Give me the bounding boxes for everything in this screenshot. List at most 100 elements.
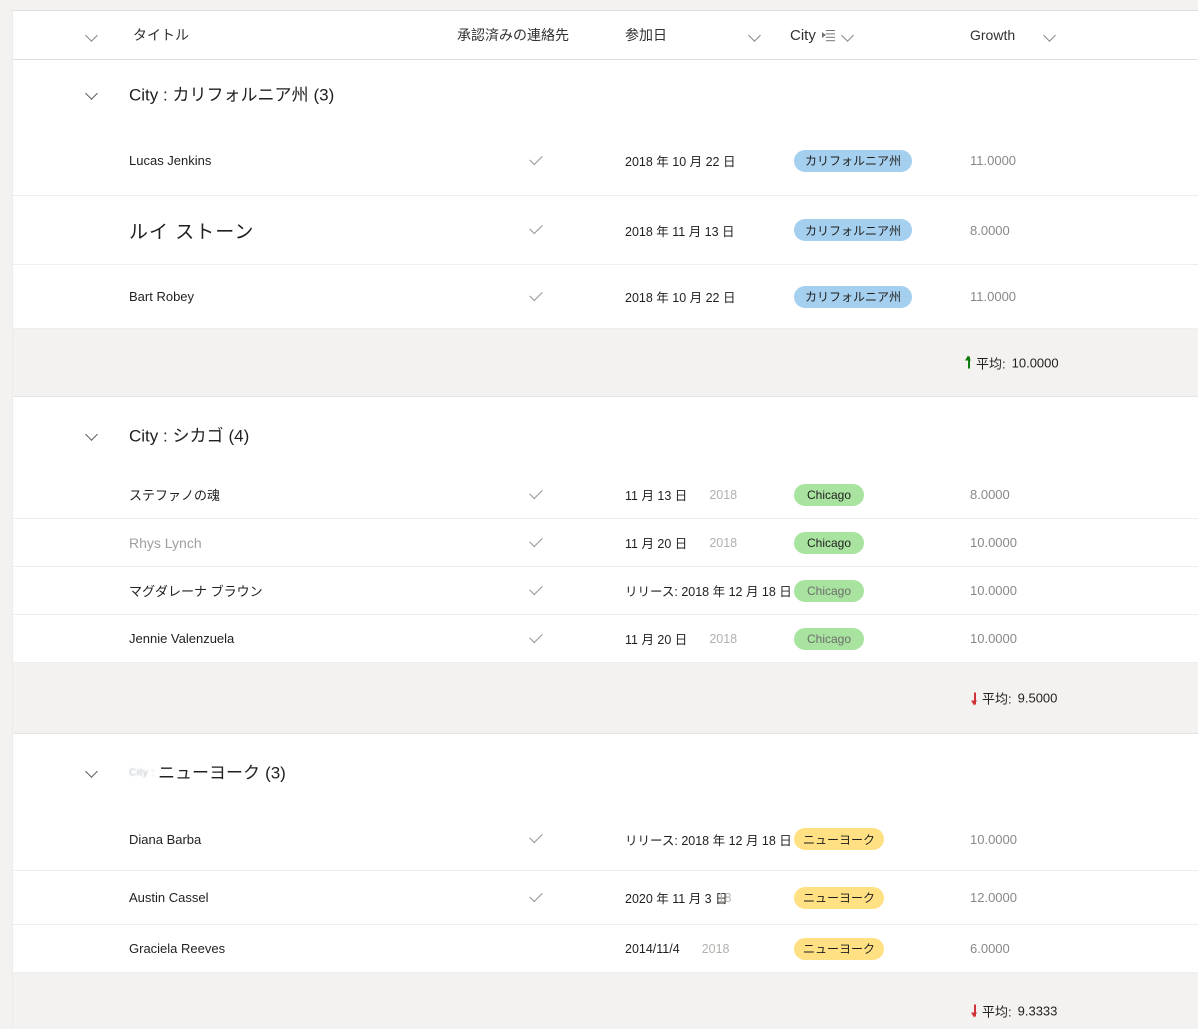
cell-city: カリフォルニア州 <box>794 196 913 264</box>
column-header-title[interactable]: タイトル <box>85 11 189 59</box>
cell-growth: 10.0000 <box>970 631 1017 646</box>
city-pill: ニューヨーク <box>794 937 885 960</box>
cell-joined-date: 11 月 20 日 2018 <box>625 519 737 566</box>
city-pill: ニューヨーク <box>794 828 885 850</box>
city-pill: Chicago <box>794 531 864 554</box>
table-row[interactable]: Lucas Jenkins 2018 年 10 月 22 日 カリフォルニア州 … <box>13 126 1198 196</box>
cell-approved-contact <box>518 196 554 264</box>
city-pill: カリフォルニア州 <box>794 285 913 308</box>
column-header-contact[interactable]: 承認済みの連絡先 <box>457 11 569 59</box>
grid-header-row: タイトル 承認済みの連絡先 参加日 City Growth <box>13 11 1198 60</box>
group-header-prefix: City : <box>129 767 159 779</box>
table-row[interactable]: Austin Cassel 2020 年 11 月 3 日 18 ニューヨーク 1… <box>13 871 1198 925</box>
chevron-down-icon[interactable] <box>85 764 99 778</box>
check-icon <box>528 631 544 647</box>
table-row[interactable]: Bart Robey 2018 年 10 月 22 日 カリフォルニア州 11.… <box>13 265 1198 329</box>
group-header-label: City : ニューヨーク (3) <box>129 759 286 784</box>
cell-joined-date-main: 2020 年 11 月 3 日 <box>625 892 728 906</box>
arrow-down-icon <box>970 1003 980 1019</box>
table-row[interactable]: ステファノの魂 11 月 13 日 2018 Chicago 8.0000 <box>13 471 1198 519</box>
table-row[interactable]: Jennie Valenzuela 11 月 20 日 2018 Chicago … <box>13 615 1198 663</box>
cell-growth: 10.0000 <box>970 583 1017 598</box>
cell-title: Jennie Valenzuela <box>129 631 235 646</box>
city-pill: Chicago <box>794 627 864 650</box>
group-aggregate: 平均: 9.5000 <box>970 689 1057 708</box>
group-header-count: (3) <box>313 85 335 105</box>
group-header-label: City : カリフォルニア州 (3) <box>129 81 334 106</box>
column-header-joined-label: 参加日 <box>625 27 667 43</box>
cell-joined-date: 2018 年 10 月 22 日 <box>625 291 736 305</box>
city-pill: ニューヨーク <box>794 886 885 909</box>
check-icon <box>528 535 544 551</box>
group-header[interactable]: City : シカゴ (4) <box>13 397 1198 471</box>
app-root: タイトル 承認済みの連絡先 参加日 City Growth City: カリフ… <box>0 0 1198 1029</box>
arrow-down-icon <box>970 690 980 706</box>
group-aggregate-row: 平均: 9.5000 <box>13 663 1198 734</box>
chevron-down-icon[interactable] <box>1043 28 1057 42</box>
chevron-down-icon[interactable] <box>85 86 99 100</box>
city-pill: カリフォルニア州 <box>794 149 913 172</box>
cell-joined-date-year: 2018 <box>709 535 738 550</box>
group-header-prefix: City : <box>129 426 173 446</box>
city-pill: Chicago <box>794 579 864 602</box>
chevron-down-icon[interactable] <box>85 28 99 42</box>
group-header[interactable]: City : カリフォルニア州 (3) <box>13 60 1198 126</box>
chevron-down-icon[interactable] <box>841 28 855 42</box>
table-row[interactable]: Graciela Reeves 2014/11/4 2018 ニューヨーク 6.0… <box>13 925 1198 973</box>
column-header-growth[interactable]: Growth <box>970 11 1057 59</box>
city-pill-label: Chicago <box>806 583 852 598</box>
table-row[interactable]: ルイ ストーン 2018 年 11 月 13 日 カリフォルニア州 8.0000 <box>13 196 1198 265</box>
cell-title: ステファノの魂 <box>129 488 221 503</box>
check-icon <box>528 583 544 599</box>
group-header[interactable]: City : ニューヨーク (3) <box>13 734 1198 808</box>
cell-title: ルイ ストーン <box>129 221 255 243</box>
group-aggregate: 平均: 9.3333 <box>970 1001 1057 1020</box>
group-header-count: (3) <box>265 763 286 783</box>
cell-joined-date-main: 11 月 13 日 <box>625 489 688 503</box>
cell-city: Chicago <box>794 519 864 566</box>
group-header-name: シカゴ <box>172 426 224 446</box>
table-row[interactable]: Rhys Lynch 11 月 20 日 2018 Chicago 10.0000 <box>13 519 1198 567</box>
column-header-joined[interactable]: 参加日 <box>625 11 762 59</box>
aggregate-label: 平均: <box>982 1004 1012 1019</box>
cell-city: Chicago <box>794 471 864 518</box>
cell-growth: 12.0000 <box>970 890 1017 905</box>
cell-joined-date: リリース: 2018 年 12 月 18 日 <box>625 585 792 599</box>
arrow-up-icon <box>964 355 974 371</box>
aggregate-value: 9.5000 <box>1017 690 1058 706</box>
group-aggregate-row: 平均: 9.3333 <box>13 973 1198 1029</box>
cell-approved-contact <box>518 126 554 195</box>
data-grid: タイトル 承認済みの連絡先 参加日 City Growth City: カリフ… <box>12 10 1198 1029</box>
cell-approved-contact <box>518 871 554 924</box>
chevron-down-icon[interactable] <box>85 427 99 441</box>
city-pill-label: カリフォルニア州 <box>805 290 902 304</box>
aggregate-label: 平均: <box>976 356 1006 371</box>
cell-joined-date-year: 2018 <box>709 631 738 646</box>
cell-growth: 6.0000 <box>970 941 1010 956</box>
check-icon <box>528 831 544 847</box>
cell-joined-date-main: 11 月 20 日 <box>625 537 688 551</box>
city-pill-label: Chicago <box>806 487 852 502</box>
cell-joined-date: 2014/11/4 2018 <box>625 925 730 972</box>
cell-joined-date: 11 月 13 日 2018 <box>625 471 737 518</box>
table-row[interactable]: マグダレーナ ブラウン リリース: 2018 年 12 月 18 日 Chica… <box>13 567 1198 615</box>
city-pill-label: Chicago <box>806 535 852 550</box>
cell-joined-date: 11 月 20 日 2018 <box>625 615 737 662</box>
cell-approved-contact <box>518 519 554 566</box>
group-header-count: (4) <box>228 426 250 446</box>
column-header-title-label: タイトル <box>133 27 189 43</box>
cell-approved-contact <box>518 615 554 662</box>
cell-joined-date: 2018 年 11 月 13 日 <box>625 224 735 239</box>
cell-growth: 8.0000 <box>970 487 1010 502</box>
cell-title: Bart Robey <box>129 289 195 304</box>
table-row[interactable]: Diana Barba リリース: 2018 年 12 月 18 日 ニューヨー… <box>13 808 1198 871</box>
chevron-down-icon[interactable] <box>748 28 762 42</box>
city-pill: カリフォルニア州 <box>794 219 913 241</box>
group-header-name: ニューヨーク <box>158 763 261 783</box>
cell-city: ニューヨーク <box>794 925 885 972</box>
check-icon <box>528 222 544 238</box>
cell-city: ニューヨーク <box>794 808 885 870</box>
column-header-city[interactable]: City <box>790 11 855 59</box>
cell-title: Graciela Reeves <box>129 941 226 956</box>
group-by-icon[interactable] <box>821 29 835 42</box>
